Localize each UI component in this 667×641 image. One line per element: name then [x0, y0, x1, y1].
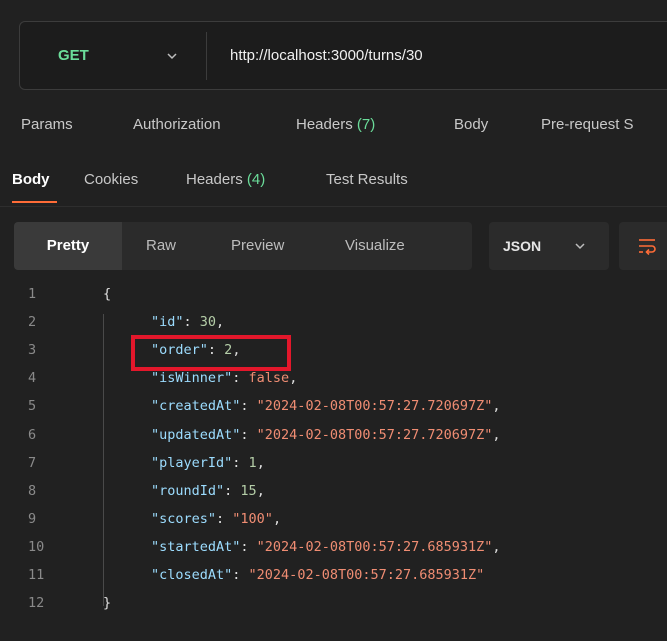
tab-headers-label: Headers — [296, 116, 353, 133]
code-text: "closedAt": "2024-02-08T00:57:27.685931Z… — [151, 567, 485, 583]
json-value: 30 — [199, 314, 217, 331]
code-line: 12} — [0, 589, 667, 617]
json-key: "createdAt" — [151, 398, 241, 415]
tab-body[interactable]: Body — [454, 116, 488, 133]
url-input[interactable]: http://localhost:3000/turns/30 — [230, 22, 423, 89]
chevron-down-icon[interactable] — [165, 49, 179, 63]
line-number: 10 — [28, 538, 45, 555]
format-raw-button[interactable]: Raw — [146, 222, 176, 270]
line-number: 3 — [28, 342, 37, 359]
json-key: "updatedAt" — [151, 426, 241, 443]
code-line: 5 "createdAt": "2024-02-08T00:57:27.72069… — [0, 392, 667, 420]
line-number: 11 — [28, 567, 45, 583]
format-pretty-button[interactable]: Pretty — [14, 222, 122, 270]
format-visualize-button[interactable]: Visualize — [345, 222, 405, 270]
tab-headers[interactable]: Headers (7) — [296, 116, 375, 133]
line-number: 7 — [28, 454, 37, 471]
code-line: 3 "order": 2, — [0, 336, 667, 364]
highlight-box — [131, 335, 291, 371]
json-value: "2024-02-08T00:57:27.685931Z" — [248, 567, 485, 583]
chevron-down-icon — [575, 243, 585, 250]
tab-cookies[interactable]: Cookies — [84, 171, 138, 188]
tab-headers-count: (7) — [356, 116, 376, 133]
code-text: { — [103, 286, 112, 302]
tab-response-headers-count: (4) — [246, 171, 266, 188]
indent-guide — [103, 314, 104, 606]
tab-test-results[interactable]: Test Results — [326, 171, 408, 188]
json-value: "2024-02-08T00:57:27.685931Z" — [256, 538, 493, 555]
json-key: "playerId" — [151, 454, 233, 471]
line-number: 9 — [28, 510, 37, 527]
wrap-lines-icon — [639, 239, 656, 255]
json-value: 1 — [248, 454, 257, 471]
tab-params[interactable]: Params — [21, 116, 73, 133]
code-text: "id": 30, — [151, 314, 225, 331]
format-options: Raw Preview Visualize — [122, 222, 472, 270]
json-key: "closedAt" — [151, 567, 233, 583]
code-line: 4 "isWinner": false, — [0, 364, 667, 392]
method-select[interactable]: GET — [38, 22, 208, 89]
active-tab-indicator — [12, 201, 57, 203]
tab-response-body[interactable]: Body — [12, 171, 50, 188]
line-number: 2 — [28, 314, 37, 331]
json-value: 15 — [240, 482, 257, 499]
line-number: 12 — [28, 595, 45, 612]
line-number: 1 — [28, 286, 37, 302]
request-bar: GET http://localhost:3000/turns/30 — [19, 21, 667, 90]
format-bar: Pretty Raw Preview Visualize JSON — [14, 222, 667, 270]
json-key: "id" — [151, 314, 184, 331]
language-select[interactable]: JSON — [489, 222, 609, 270]
code-line: 10 "startedAt": "2024-02-08T00:57:27.6859… — [0, 533, 667, 561]
response-tabs: Body Cookies Headers (4) Test Results — [0, 160, 667, 207]
code-text: "roundId": 15, — [151, 482, 265, 499]
json-value: false — [248, 370, 290, 387]
format-preview-button[interactable]: Preview — [231, 222, 284, 270]
code-text: "scores": "100", — [151, 510, 282, 527]
code-line: 7 "playerId": 1, — [0, 449, 667, 477]
code-line: 8 "roundId": 15, — [0, 477, 667, 505]
code-text: "startedAt": "2024-02-08T00:57:27.685931… — [151, 538, 501, 555]
response-code-viewer[interactable]: 1{2 "id": 30, 3 "order": 2, 4 "isWinner": fal… — [0, 280, 667, 641]
json-value: "2024-02-08T00:57:27.720697Z" — [256, 426, 493, 443]
code-text: } — [103, 595, 112, 612]
tab-prerequest[interactable]: Pre-request S — [541, 116, 634, 133]
line-number: 4 — [28, 370, 37, 387]
code-line: 1{ — [0, 280, 667, 308]
json-key: "startedAt" — [151, 538, 241, 555]
tab-authorization[interactable]: Authorization — [133, 116, 221, 133]
code-text: "playerId": 1, — [151, 454, 265, 471]
line-number: 5 — [28, 398, 37, 415]
code-line: 9 "scores": "100", — [0, 505, 667, 533]
json-key: "isWinner" — [151, 370, 233, 387]
tab-response-headers[interactable]: Headers (4) — [186, 171, 265, 188]
code-line: 2 "id": 30, — [0, 308, 667, 336]
request-tabs: Params Authorization Headers (7) Body Pr… — [0, 104, 667, 144]
language-label: JSON — [503, 238, 542, 254]
json-key: "scores" — [151, 510, 217, 527]
method-label: GET — [58, 47, 89, 64]
divider — [206, 32, 207, 80]
wrap-lines-button[interactable] — [619, 222, 667, 270]
code-text: "createdAt": "2024-02-08T00:57:27.720697… — [151, 398, 501, 415]
tab-response-headers-label: Headers — [186, 171, 243, 188]
code-line: 6 "updatedAt": "2024-02-08T00:57:27.72069… — [0, 421, 667, 449]
line-number: 6 — [28, 426, 37, 443]
line-number: 8 — [28, 482, 37, 499]
code-line: 11 "closedAt": "2024-02-08T00:57:27.68593… — [0, 561, 667, 589]
json-key: "roundId" — [151, 482, 225, 499]
code-text: "updatedAt": "2024-02-08T00:57:27.720697… — [151, 426, 501, 443]
json-value: "2024-02-08T00:57:27.720697Z" — [256, 398, 493, 415]
json-value: "100" — [232, 510, 273, 527]
